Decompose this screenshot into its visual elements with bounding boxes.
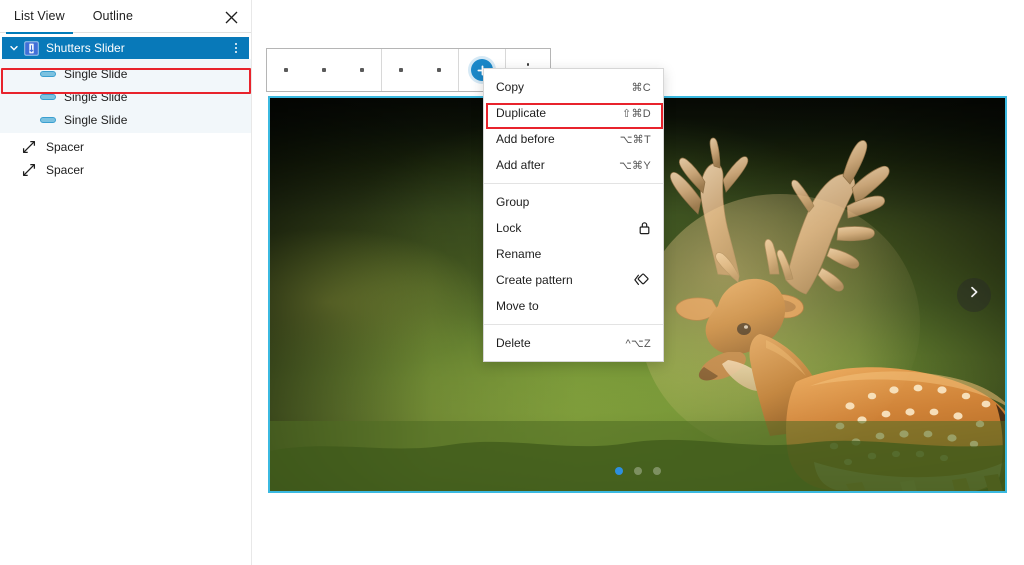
tree-item-shutters-slider[interactable]: Shutters Slider	[2, 37, 249, 59]
menu-item-group[interactable]: Group	[484, 189, 663, 215]
toolbar-move-button[interactable]	[343, 49, 381, 91]
single-slide-icon	[38, 110, 58, 130]
tree-item-single-slide[interactable]: Single Slide	[0, 85, 251, 108]
toolbar-group-align	[382, 49, 459, 91]
tree-item-options-button[interactable]	[225, 37, 247, 59]
block-tree: Shutters Slider Single Slide Single Slid…	[0, 33, 251, 181]
move-arrows-icon	[360, 68, 364, 72]
toolbar-drag-button[interactable]	[305, 49, 343, 91]
menu-item-add-before-shortcut: ⌥⌘T	[619, 133, 651, 146]
menu-item-duplicate-shortcut: ⇧⌘D	[621, 107, 651, 120]
tree-item-shutters-slider-label: Shutters Slider	[46, 41, 125, 55]
close-icon	[225, 11, 238, 24]
menu-item-add-before-label: Add before	[496, 132, 555, 146]
menu-item-lock[interactable]: Lock	[484, 215, 663, 241]
menu-item-create-pattern-label: Create pattern	[496, 273, 573, 287]
menu-item-delete-label: Delete	[496, 336, 531, 350]
tree-item-spacer-label: Spacer	[46, 139, 85, 154]
spacer-icon	[20, 161, 38, 179]
vertical-dots-icon	[235, 43, 237, 45]
tab-list-view-label: List View	[14, 9, 65, 23]
pagination-dot-1[interactable]	[614, 467, 623, 475]
tree-item-single-slide-label: Single Slide	[64, 89, 128, 104]
tree-item-single-slide[interactable]: Single Slide	[0, 108, 251, 131]
chevron-right-icon	[967, 285, 981, 304]
toolbar-group-transform	[267, 49, 382, 91]
tree-item-single-slide-label: Single Slide	[64, 66, 128, 81]
pagination-dot-2[interactable]	[633, 467, 642, 475]
tree-children-group: Single Slide Single Slide Single Slide	[0, 59, 251, 133]
spacer-icon	[20, 138, 38, 156]
menu-item-copy[interactable]: Copy ⌘C	[484, 74, 663, 100]
tree-item-spacer[interactable]: Spacer	[0, 158, 251, 181]
menu-item-add-after-label: Add after	[496, 158, 545, 172]
block-type-icon	[284, 68, 288, 72]
menu-item-create-pattern[interactable]: Create pattern	[484, 267, 663, 293]
drag-handle-icon	[322, 68, 326, 72]
menu-item-delete[interactable]: Delete ^⌥Z	[484, 330, 663, 356]
menu-item-duplicate[interactable]: Duplicate ⇧⌘D	[484, 100, 663, 126]
menu-item-move-to-label: Move to	[496, 299, 539, 313]
panel-tabbar: List View Outline	[0, 0, 251, 34]
slider-pagination	[270, 467, 1005, 475]
tree-item-spacer[interactable]: Spacer	[0, 135, 251, 158]
single-slide-icon	[38, 87, 58, 107]
block-context-menu: Copy ⌘C Duplicate ⇧⌘D Add before ⌥⌘T Add…	[483, 68, 664, 362]
menu-item-add-after[interactable]: Add after ⌥⌘Y	[484, 152, 663, 178]
tree-item-single-slide-label: Single Slide	[64, 112, 128, 127]
align-icon	[399, 68, 403, 72]
menu-item-lock-label: Lock	[496, 221, 522, 235]
toolbar-replace-button[interactable]	[420, 49, 458, 91]
menu-item-copy-shortcut: ⌘C	[631, 81, 651, 94]
tree-item-spacer-label: Spacer	[46, 162, 85, 177]
tab-outline-label: Outline	[92, 9, 134, 23]
menu-item-rename-label: Rename	[496, 247, 542, 261]
slider-block-icon	[22, 39, 40, 57]
editor-canvas: Copy ⌘C Duplicate ⇧⌘D Add before ⌥⌘T Add…	[253, 0, 1024, 565]
pattern-icon	[634, 273, 651, 287]
tab-list-view[interactable]: List View	[0, 0, 79, 34]
list-view-panel: List View Outline Shutters Slider Single…	[0, 0, 252, 565]
menu-item-rename[interactable]: Rename	[484, 241, 663, 267]
lock-icon	[638, 221, 651, 235]
menu-separator	[484, 324, 663, 325]
menu-item-add-before[interactable]: Add before ⌥⌘T	[484, 126, 663, 152]
replace-icon	[437, 68, 441, 72]
tree-item-single-slide[interactable]: Single Slide	[0, 62, 251, 85]
menu-separator	[484, 183, 663, 184]
pagination-dot-3[interactable]	[652, 467, 661, 475]
next-slide-button[interactable]	[957, 277, 991, 312]
menu-item-add-after-shortcut: ⌥⌘Y	[619, 159, 651, 172]
editor-screen: List View Outline Shutters Slider Single…	[0, 0, 1024, 565]
single-slide-icon	[38, 64, 58, 84]
menu-item-move-to[interactable]: Move to	[484, 293, 663, 319]
chevron-down-icon[interactable]	[6, 40, 22, 56]
menu-item-duplicate-label: Duplicate	[496, 106, 547, 120]
tab-outline[interactable]: Outline	[79, 0, 147, 33]
menu-item-group-label: Group	[496, 195, 530, 209]
foreground-grass	[270, 421, 1005, 491]
toolbar-block-type-button[interactable]	[267, 49, 305, 91]
toolbar-align-button[interactable]	[382, 49, 420, 91]
menu-item-delete-shortcut: ^⌥Z	[625, 337, 651, 350]
close-panel-button[interactable]	[219, 5, 243, 29]
vertical-dots-icon	[526, 63, 530, 66]
menu-item-copy-label: Copy	[496, 80, 525, 94]
